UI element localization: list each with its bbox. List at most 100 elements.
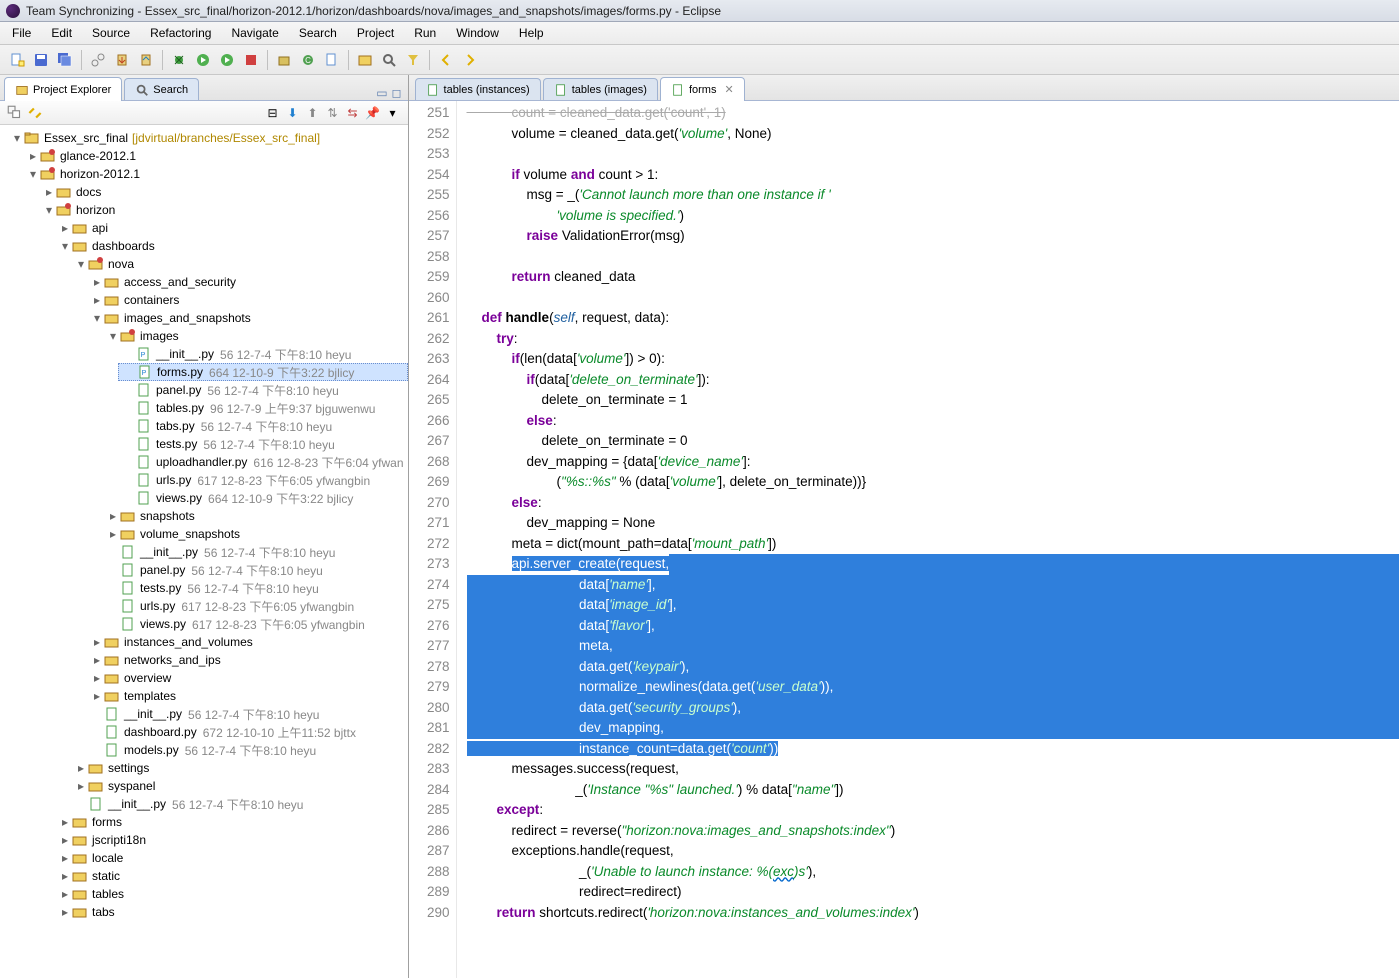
file-urls-ias[interactable]: urls.py617 12-8-23 下午6:05 yfwangbin [102, 597, 408, 615]
tree-project-root[interactable]: ▾Essex_src_final[jdvirtual/branches/Esse… [6, 129, 408, 147]
link-editor-button[interactable] [26, 104, 44, 122]
tree-tables[interactable]: ▸tables [54, 885, 408, 903]
menu-file[interactable]: File [2, 23, 41, 43]
tree-horizon-2012[interactable]: ▾horizon-2012.1 [22, 165, 408, 183]
file-panel[interactable]: panel.py56 12-7-4 下午8:10 heyu [118, 381, 408, 399]
save-all-button[interactable] [54, 49, 76, 71]
tree-nova[interactable]: ▾nova [70, 255, 408, 273]
file-tables[interactable]: tables.py96 12-7-9 上午9:37 bjguwenwu [118, 399, 408, 417]
menu-search[interactable]: Search [289, 23, 347, 43]
file-init-dash[interactable]: __init__.py56 12-7-4 下午8:10 heyu [70, 795, 408, 813]
open-type-button[interactable] [354, 49, 376, 71]
tree-forms[interactable]: ▸forms [54, 813, 408, 831]
run-button[interactable] [192, 49, 214, 71]
tree-horizon[interactable]: ▾horizon [38, 201, 408, 219]
tree-containers[interactable]: ▸containers [86, 291, 408, 309]
new-class-button[interactable]: C [297, 49, 319, 71]
tree-access-security[interactable]: ▸access_and_security [86, 273, 408, 291]
minimize-icon[interactable]: ▭ [376, 86, 387, 100]
tree-networks-ips[interactable]: ▸networks_and_ips [86, 651, 408, 669]
tab-tables-instances[interactable]: tables (instances) [415, 78, 541, 100]
code-line: redirect = reverse("horizon:nova:images_… [467, 821, 1399, 842]
file-init-ias[interactable]: __init__.py56 12-7-4 下午8:10 heyu [102, 543, 408, 561]
back-button[interactable] [435, 49, 457, 71]
file-tests-ias[interactable]: tests.py56 12-7-4 下午8:10 heyu [102, 579, 408, 597]
menu-source[interactable]: Source [82, 23, 140, 43]
tree-docs[interactable]: ▸docs [38, 183, 408, 201]
new-package-button[interactable] [273, 49, 295, 71]
tree-glance[interactable]: ▸glance-2012.1 [22, 147, 408, 165]
run-last-button[interactable] [216, 49, 238, 71]
update-button[interactable] [135, 49, 157, 71]
tab-project-explorer[interactable]: Project Explorer [4, 77, 122, 101]
file-tabs[interactable]: tabs.py56 12-7-4 下午8:10 heyu [118, 417, 408, 435]
project-tree[interactable]: ▾Essex_src_final[jdvirtual/branches/Esse… [0, 125, 408, 978]
file-views[interactable]: views.py664 12-10-9 下午3:22 bjlicy [118, 489, 408, 507]
ext-tools-button[interactable] [240, 49, 262, 71]
commit-button[interactable] [111, 49, 133, 71]
sync-inc-button[interactable]: ⬇ [284, 104, 302, 122]
close-icon[interactable]: ✕ [724, 83, 733, 96]
link-button[interactable] [87, 49, 109, 71]
tree-images[interactable]: ▾images [102, 327, 408, 345]
tree-templates[interactable]: ▸templates [86, 687, 408, 705]
sync-out-button[interactable]: ⬆ [304, 104, 322, 122]
code-line: count = cleaned_data.get('count', 1) [467, 103, 1399, 124]
code-line [467, 144, 1399, 165]
file-init-nova[interactable]: __init__.py56 12-7-4 下午8:10 heyu [86, 705, 408, 723]
forward-button[interactable] [459, 49, 481, 71]
code-line: 'volume is specified.') [467, 206, 1399, 227]
sync-both-button[interactable]: ⇅ [324, 104, 342, 122]
code-line: redirect=redirect) [467, 882, 1399, 903]
tree-snapshots[interactable]: ▸snapshots [102, 507, 408, 525]
file-forms[interactable]: Pforms.py664 12-10-9 下午3:22 bjlicy [118, 363, 408, 381]
tab-tables-images[interactable]: tables (images) [543, 78, 658, 100]
focus-button[interactable]: ⊟ [264, 104, 282, 122]
menu-refactoring[interactable]: Refactoring [140, 23, 221, 43]
tree-instances-volumes[interactable]: ▸instances_and_volumes [86, 633, 408, 651]
maximize-icon[interactable]: ◻ [392, 86, 402, 100]
file-panel-ias[interactable]: panel.py56 12-7-4 下午8:10 heyu [102, 561, 408, 579]
code-editor[interactable]: 2512522532542552562572582592602612622632… [409, 101, 1399, 978]
pin-button[interactable]: 📌 [364, 104, 382, 122]
code-content[interactable]: count = cleaned_data.get('count', 1) vol… [457, 101, 1399, 923]
tab-search[interactable]: Search [124, 78, 199, 100]
tree-overview[interactable]: ▸overview [86, 669, 408, 687]
tree-syspanel[interactable]: ▸syspanel [70, 777, 408, 795]
debug-button[interactable] [168, 49, 190, 71]
file-urls[interactable]: urls.py617 12-8-23 下午6:05 yfwangbin [118, 471, 408, 489]
filter-button[interactable] [402, 49, 424, 71]
new-module-button[interactable] [321, 49, 343, 71]
menu-edit[interactable]: Edit [41, 23, 82, 43]
menu-project[interactable]: Project [347, 23, 404, 43]
menu-run[interactable]: Run [404, 23, 446, 43]
file-models-nova[interactable]: models.py56 12-7-4 下午8:10 heyu [86, 741, 408, 759]
file-init-images[interactable]: P__init__.py56 12-7-4 下午8:10 heyu [118, 345, 408, 363]
tree-jscripti18n[interactable]: ▸jscripti18n [54, 831, 408, 849]
file-uploadhandler[interactable]: uploadhandler.py616 12-8-23 下午6:04 yfwan [118, 453, 408, 471]
file-tests[interactable]: tests.py56 12-7-4 下午8:10 heyu [118, 435, 408, 453]
tab-forms[interactable]: forms✕ [660, 77, 745, 101]
file-views-ias[interactable]: views.py617 12-8-23 下午6:05 yfwangbin [102, 615, 408, 633]
file-dashboard-nova[interactable]: dashboard.py672 12-10-10 上午11:52 bjttx [86, 723, 408, 741]
code-line: if(len(data['volume']) > 0): [467, 349, 1399, 370]
tree-settings[interactable]: ▸settings [70, 759, 408, 777]
new-button[interactable] [6, 49, 28, 71]
collapse-all-button[interactable] [6, 104, 24, 122]
code-line: raise ValidationError(msg) [467, 226, 1399, 247]
view-menu-button[interactable]: ▾ [384, 104, 402, 122]
tree-dashboards[interactable]: ▾dashboards [54, 237, 408, 255]
tree-static[interactable]: ▸static [54, 867, 408, 885]
eclipse-icon [6, 4, 20, 18]
save-button[interactable] [30, 49, 52, 71]
menu-help[interactable]: Help [509, 23, 554, 43]
tree-volume-snapshots[interactable]: ▸volume_snapshots [102, 525, 408, 543]
sync-conflict-button[interactable]: ⇆ [344, 104, 362, 122]
tree-tabs[interactable]: ▸tabs [54, 903, 408, 921]
tree-api[interactable]: ▸api [54, 219, 408, 237]
menu-window[interactable]: Window [446, 23, 509, 43]
menu-navigate[interactable]: Navigate [221, 23, 288, 43]
tree-images-snapshots[interactable]: ▾images_and_snapshots [86, 309, 408, 327]
tree-locale[interactable]: ▸locale [54, 849, 408, 867]
search-button[interactable] [378, 49, 400, 71]
